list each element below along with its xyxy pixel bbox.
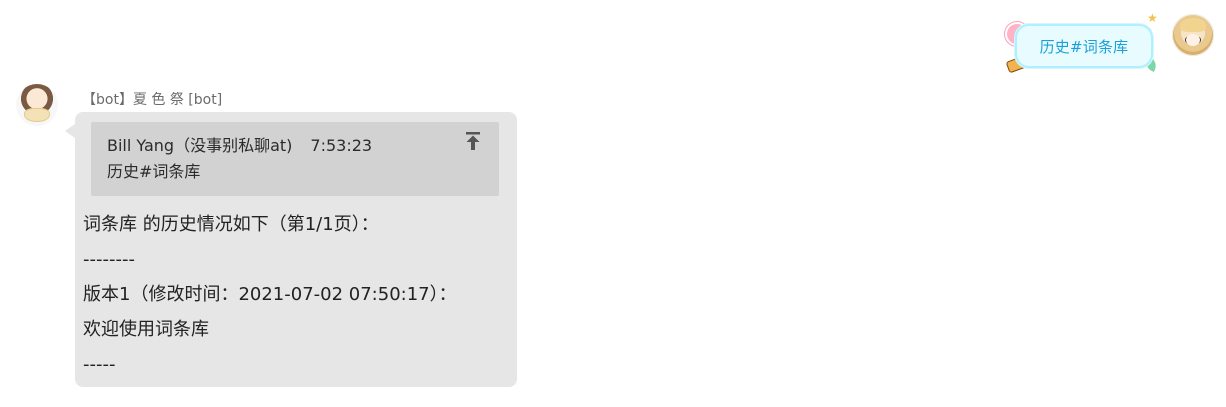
bot-avatar[interactable] bbox=[16, 84, 58, 126]
arrow-to-top-icon[interactable] bbox=[465, 132, 481, 150]
user-message-text: 历史#词条库 bbox=[1039, 37, 1129, 56]
message-line: 版本1（修改时间：2021-07-02 07:50:17）： bbox=[83, 284, 457, 305]
chat-window: ★ 历史#词条库 【bot】夏 色 祭 [bot] Bill Yang（没事别私… bbox=[0, 0, 1226, 407]
quote-time: 7:53:23 bbox=[310, 136, 373, 155]
user-message: ★ 历史#词条库 bbox=[1005, 12, 1163, 78]
quote-header: Bill Yang（没事别私聊at) 7:53:23 bbox=[107, 132, 372, 156]
bot-message-bubble[interactable]: Bill Yang（没事别私聊at) 7:53:23 历史#词条库 词条库 的历史… bbox=[65, 112, 517, 387]
message-line: 欢迎使用词条库 bbox=[83, 319, 209, 340]
message-line: -------- bbox=[83, 249, 135, 270]
message-line: ----- bbox=[83, 354, 116, 375]
message-line: 词条库 的历史情况如下（第1/1页）： bbox=[83, 214, 379, 235]
user-message-bubble[interactable]: 历史#词条库 bbox=[1015, 24, 1153, 68]
quoted-message[interactable]: Bill Yang（没事别私聊at) 7:53:23 历史#词条库 bbox=[91, 122, 499, 196]
quote-author: Bill Yang（没事别私聊at) bbox=[107, 136, 293, 155]
message-body: 词条库 的历史情况如下（第1/1页）： -------- 版本1（修改时间：20… bbox=[83, 207, 513, 382]
user-avatar[interactable] bbox=[1172, 14, 1214, 56]
quote-text: 历史#词条库 bbox=[107, 162, 201, 181]
sender-name: 【bot】夏 色 祭 [bot] bbox=[82, 92, 223, 108]
star-icon: ★ bbox=[1147, 11, 1158, 25]
